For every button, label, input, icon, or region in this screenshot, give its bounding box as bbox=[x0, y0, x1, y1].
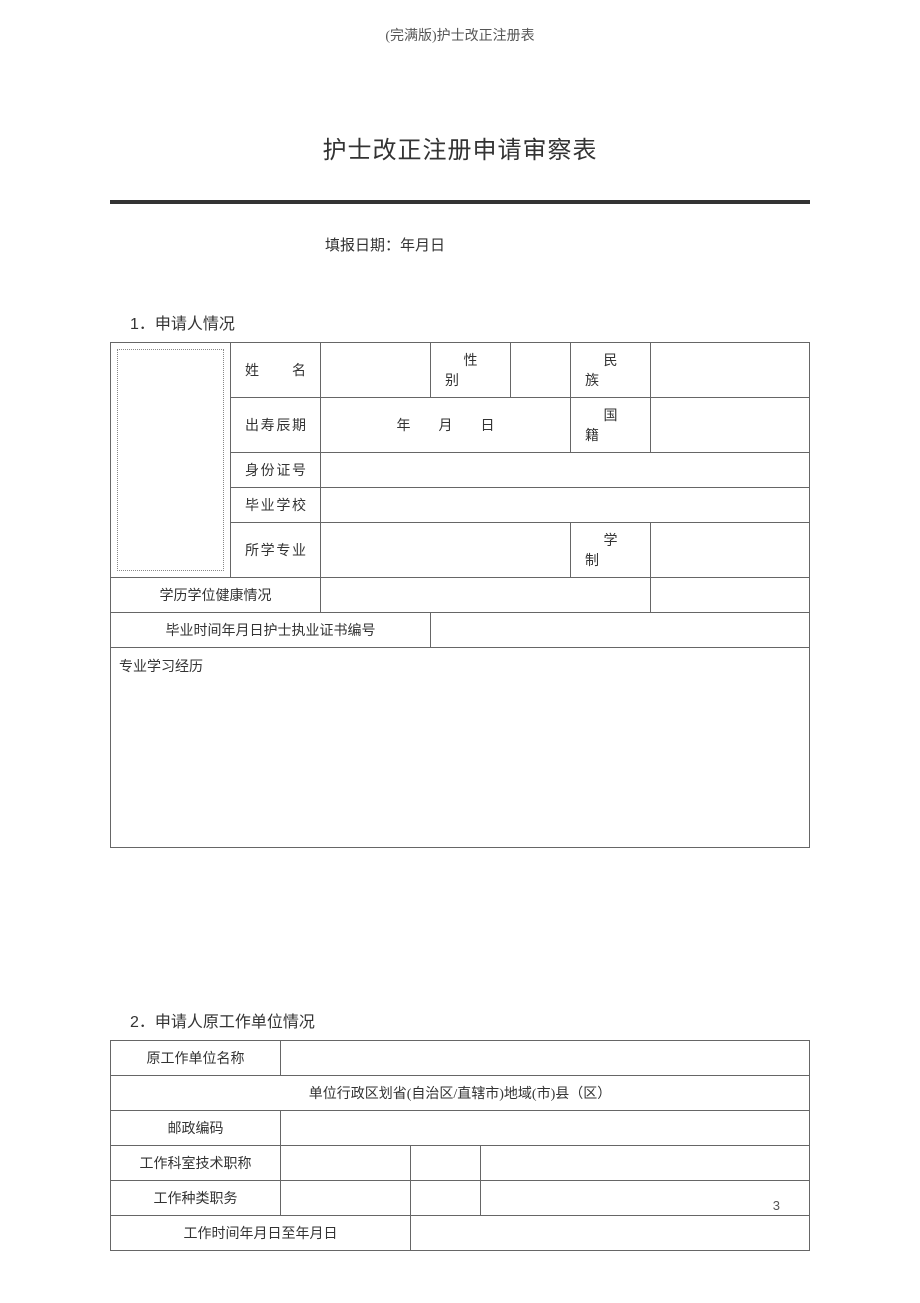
fill-date-label: 填报日期：年月日 bbox=[325, 234, 920, 255]
section2-title: 2．申请人原工作单位情况 bbox=[130, 1008, 920, 1032]
label-major: 所学专业 bbox=[231, 523, 321, 578]
field-jobtype-c[interactable] bbox=[481, 1181, 810, 1216]
section1-text: 申请人情况 bbox=[155, 316, 235, 333]
field-birth[interactable]: 年 月 日 bbox=[321, 398, 571, 453]
field-school[interactable] bbox=[321, 488, 810, 523]
field-degree-health-2[interactable] bbox=[651, 578, 810, 613]
field-worktime[interactable] bbox=[411, 1216, 810, 1251]
applicant-table: 姓 名 性 别 民 族 出寿辰期 年 月 日 国 籍 身份证号 毕业学校 所学专… bbox=[110, 342, 810, 848]
label-study-exp: 专业学习经历 bbox=[119, 660, 203, 675]
label-grad-cert: 毕业时间年月日护士执业证书编号 bbox=[111, 613, 431, 648]
main-title: 护士改正注册申请审察表 bbox=[0, 130, 920, 165]
label-worktime: 工作时间年月日至年月日 bbox=[111, 1216, 411, 1251]
label-degree-health: 学历学位健康情况 bbox=[111, 578, 321, 613]
field-dept[interactable] bbox=[281, 1146, 411, 1181]
workunit-table: 原工作单位名称 单位行政区划省(自治区/直辖市)地域(市)县（区） 邮政编码 工… bbox=[110, 1040, 810, 1251]
field-major[interactable] bbox=[321, 523, 571, 578]
field-jobtype-b[interactable] bbox=[411, 1181, 481, 1216]
field-edusystem[interactable] bbox=[651, 523, 810, 578]
section2-text: 申请人原工作单位情况 bbox=[155, 1014, 315, 1031]
label-jobtype: 工作种类职务 bbox=[111, 1181, 281, 1216]
field-name[interactable] bbox=[321, 343, 431, 398]
section1-title: 1．申请人情况 bbox=[130, 310, 920, 334]
field-degree-health[interactable] bbox=[321, 578, 651, 613]
field-ethnic[interactable] bbox=[651, 343, 810, 398]
label-idno: 身份证号 bbox=[231, 453, 321, 488]
title-rule bbox=[110, 200, 810, 204]
label-name: 姓 名 bbox=[231, 343, 321, 398]
label-nationality: 国 籍 bbox=[571, 398, 651, 453]
page-number: 3 bbox=[773, 1198, 780, 1213]
label-edusystem: 学 制 bbox=[571, 523, 651, 578]
field-techtitle-a[interactable] bbox=[411, 1146, 481, 1181]
field-study-exp[interactable]: 专业学习经历 bbox=[111, 648, 810, 848]
label-dept-title: 工作科室技术职称 bbox=[111, 1146, 281, 1181]
label-school: 毕业学校 bbox=[231, 488, 321, 523]
field-nationality[interactable] bbox=[651, 398, 810, 453]
header-note: (完满版)护士改正注册表 bbox=[0, 0, 920, 45]
field-techtitle-b[interactable] bbox=[481, 1146, 810, 1181]
section2-num: 2． bbox=[130, 1014, 155, 1031]
label-gender: 性 别 bbox=[431, 343, 511, 398]
field-gender[interactable] bbox=[511, 343, 571, 398]
label-postcode: 邮政编码 bbox=[111, 1111, 281, 1146]
label-birth: 出寿辰期 bbox=[231, 398, 321, 453]
label-ethnic: 民 族 bbox=[571, 343, 651, 398]
label-org-name: 原工作单位名称 bbox=[111, 1041, 281, 1076]
field-jobtype-a[interactable] bbox=[281, 1181, 411, 1216]
field-grad-cert[interactable] bbox=[431, 613, 810, 648]
label-admin-div: 单位行政区划省(自治区/直辖市)地域(市)县（区） bbox=[111, 1076, 810, 1111]
field-org-name[interactable] bbox=[281, 1041, 810, 1076]
field-idno[interactable] bbox=[321, 453, 810, 488]
section1-num: 1． bbox=[130, 316, 155, 333]
field-postcode[interactable] bbox=[281, 1111, 810, 1146]
photo-placeholder bbox=[117, 349, 224, 571]
photo-cell bbox=[111, 343, 231, 578]
